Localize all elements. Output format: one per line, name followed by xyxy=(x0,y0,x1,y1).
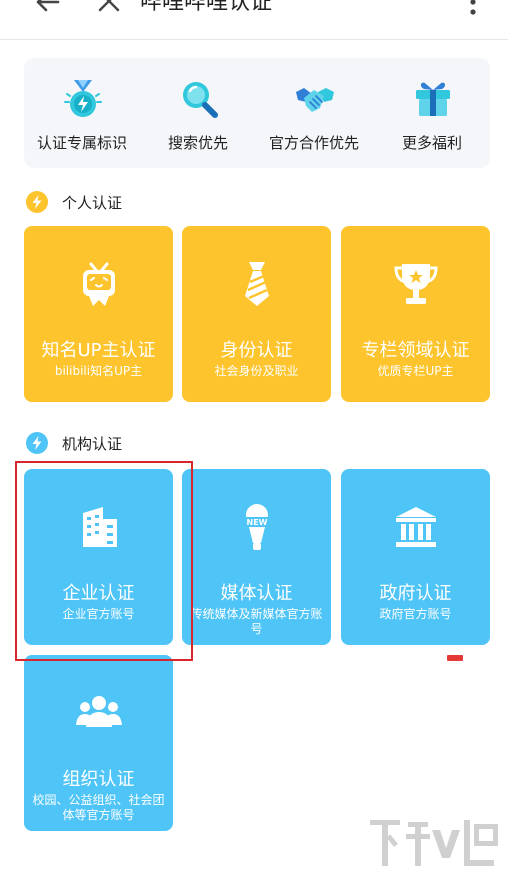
card-title: 知名UP主认证 xyxy=(41,340,156,361)
lightning-icon xyxy=(26,432,48,454)
card-subtitle: 社会身份及职业 xyxy=(214,364,299,378)
benefits-panel: 认证专属标识 搜索优先 官方合作优先 更多福利 xyxy=(24,58,490,168)
card-title: 媒体认证 xyxy=(220,583,293,604)
microphone-icon: NEW xyxy=(243,504,270,550)
watermark-logo xyxy=(370,820,498,866)
lightning-icon xyxy=(26,191,48,213)
tv-mascot-icon xyxy=(82,262,115,306)
handshake-icon xyxy=(296,88,334,112)
necktie-icon xyxy=(244,262,269,306)
card-subtitle: 政府官方账号 xyxy=(379,607,452,621)
card-subtitle: 传统媒体及新媒体官方账号 xyxy=(190,607,323,636)
group-icon xyxy=(75,696,122,727)
magnifier-icon xyxy=(183,82,218,118)
card-subtitle: 企业官方账号 xyxy=(62,607,135,621)
building-icon xyxy=(82,507,117,547)
trophy-icon xyxy=(393,264,438,304)
card-government[interactable]: 政府认证 政府官方账号 xyxy=(341,469,490,645)
gift-icon xyxy=(416,82,450,116)
card-title: 政府认证 xyxy=(379,583,452,604)
card-title: 专栏领域认证 xyxy=(361,340,470,361)
top-bar: 哔哩哔哩认证 xyxy=(0,0,508,40)
card-subtitle: bilibili知名UP主 xyxy=(54,364,143,378)
government-icon xyxy=(395,507,436,547)
card-media[interactable]: NEW 媒体认证 传统媒体及新媒体官方账号 xyxy=(182,469,331,645)
benefit-item[interactable]: 官方合作优先 xyxy=(256,58,372,168)
section-title: 个人认证 xyxy=(62,194,123,212)
card-title: 身份认证 xyxy=(220,340,293,361)
page-title: 哔哩哔哩认证 xyxy=(140,0,273,15)
benefit-label: 官方合作优先 xyxy=(268,134,359,152)
card-subtitle: 优质专栏UP主 xyxy=(377,364,454,378)
red-marker xyxy=(447,655,463,661)
card-title: 企业认证 xyxy=(62,583,135,604)
benefit-item[interactable]: 搜索优先 xyxy=(140,58,256,168)
benefit-label: 更多福利 xyxy=(401,134,462,152)
benefit-label: 认证专属标识 xyxy=(36,134,127,152)
card-organization[interactable]: 组织认证 校园、公益组织、社会团体等官方账号 xyxy=(24,655,173,831)
benefit-item[interactable]: 认证专属标识 xyxy=(24,58,140,168)
section-title: 机构认证 xyxy=(62,435,123,453)
more-vertical-icon[interactable] xyxy=(466,0,480,18)
benefit-label: 搜索优先 xyxy=(167,134,228,152)
card-title: 组织认证 xyxy=(62,769,135,790)
card-column[interactable]: 专栏领域认证 优质专栏UP主 xyxy=(341,226,490,402)
card-identity[interactable]: 身份认证 社会身份及职业 xyxy=(182,226,331,402)
arrow-left-icon[interactable] xyxy=(32,0,64,18)
benefit-item[interactable]: 更多福利 xyxy=(374,58,490,168)
card-famous-up[interactable]: 知名UP主认证 bilibili知名UP主 xyxy=(24,226,173,402)
close-icon[interactable] xyxy=(96,0,122,14)
medal-icon xyxy=(64,80,102,117)
new-badge: NEW xyxy=(246,518,267,527)
card-enterprise[interactable]: 企业认证 企业官方账号 xyxy=(24,469,173,645)
card-subtitle: 校园、公益组织、社会团体等官方账号 xyxy=(32,793,165,822)
